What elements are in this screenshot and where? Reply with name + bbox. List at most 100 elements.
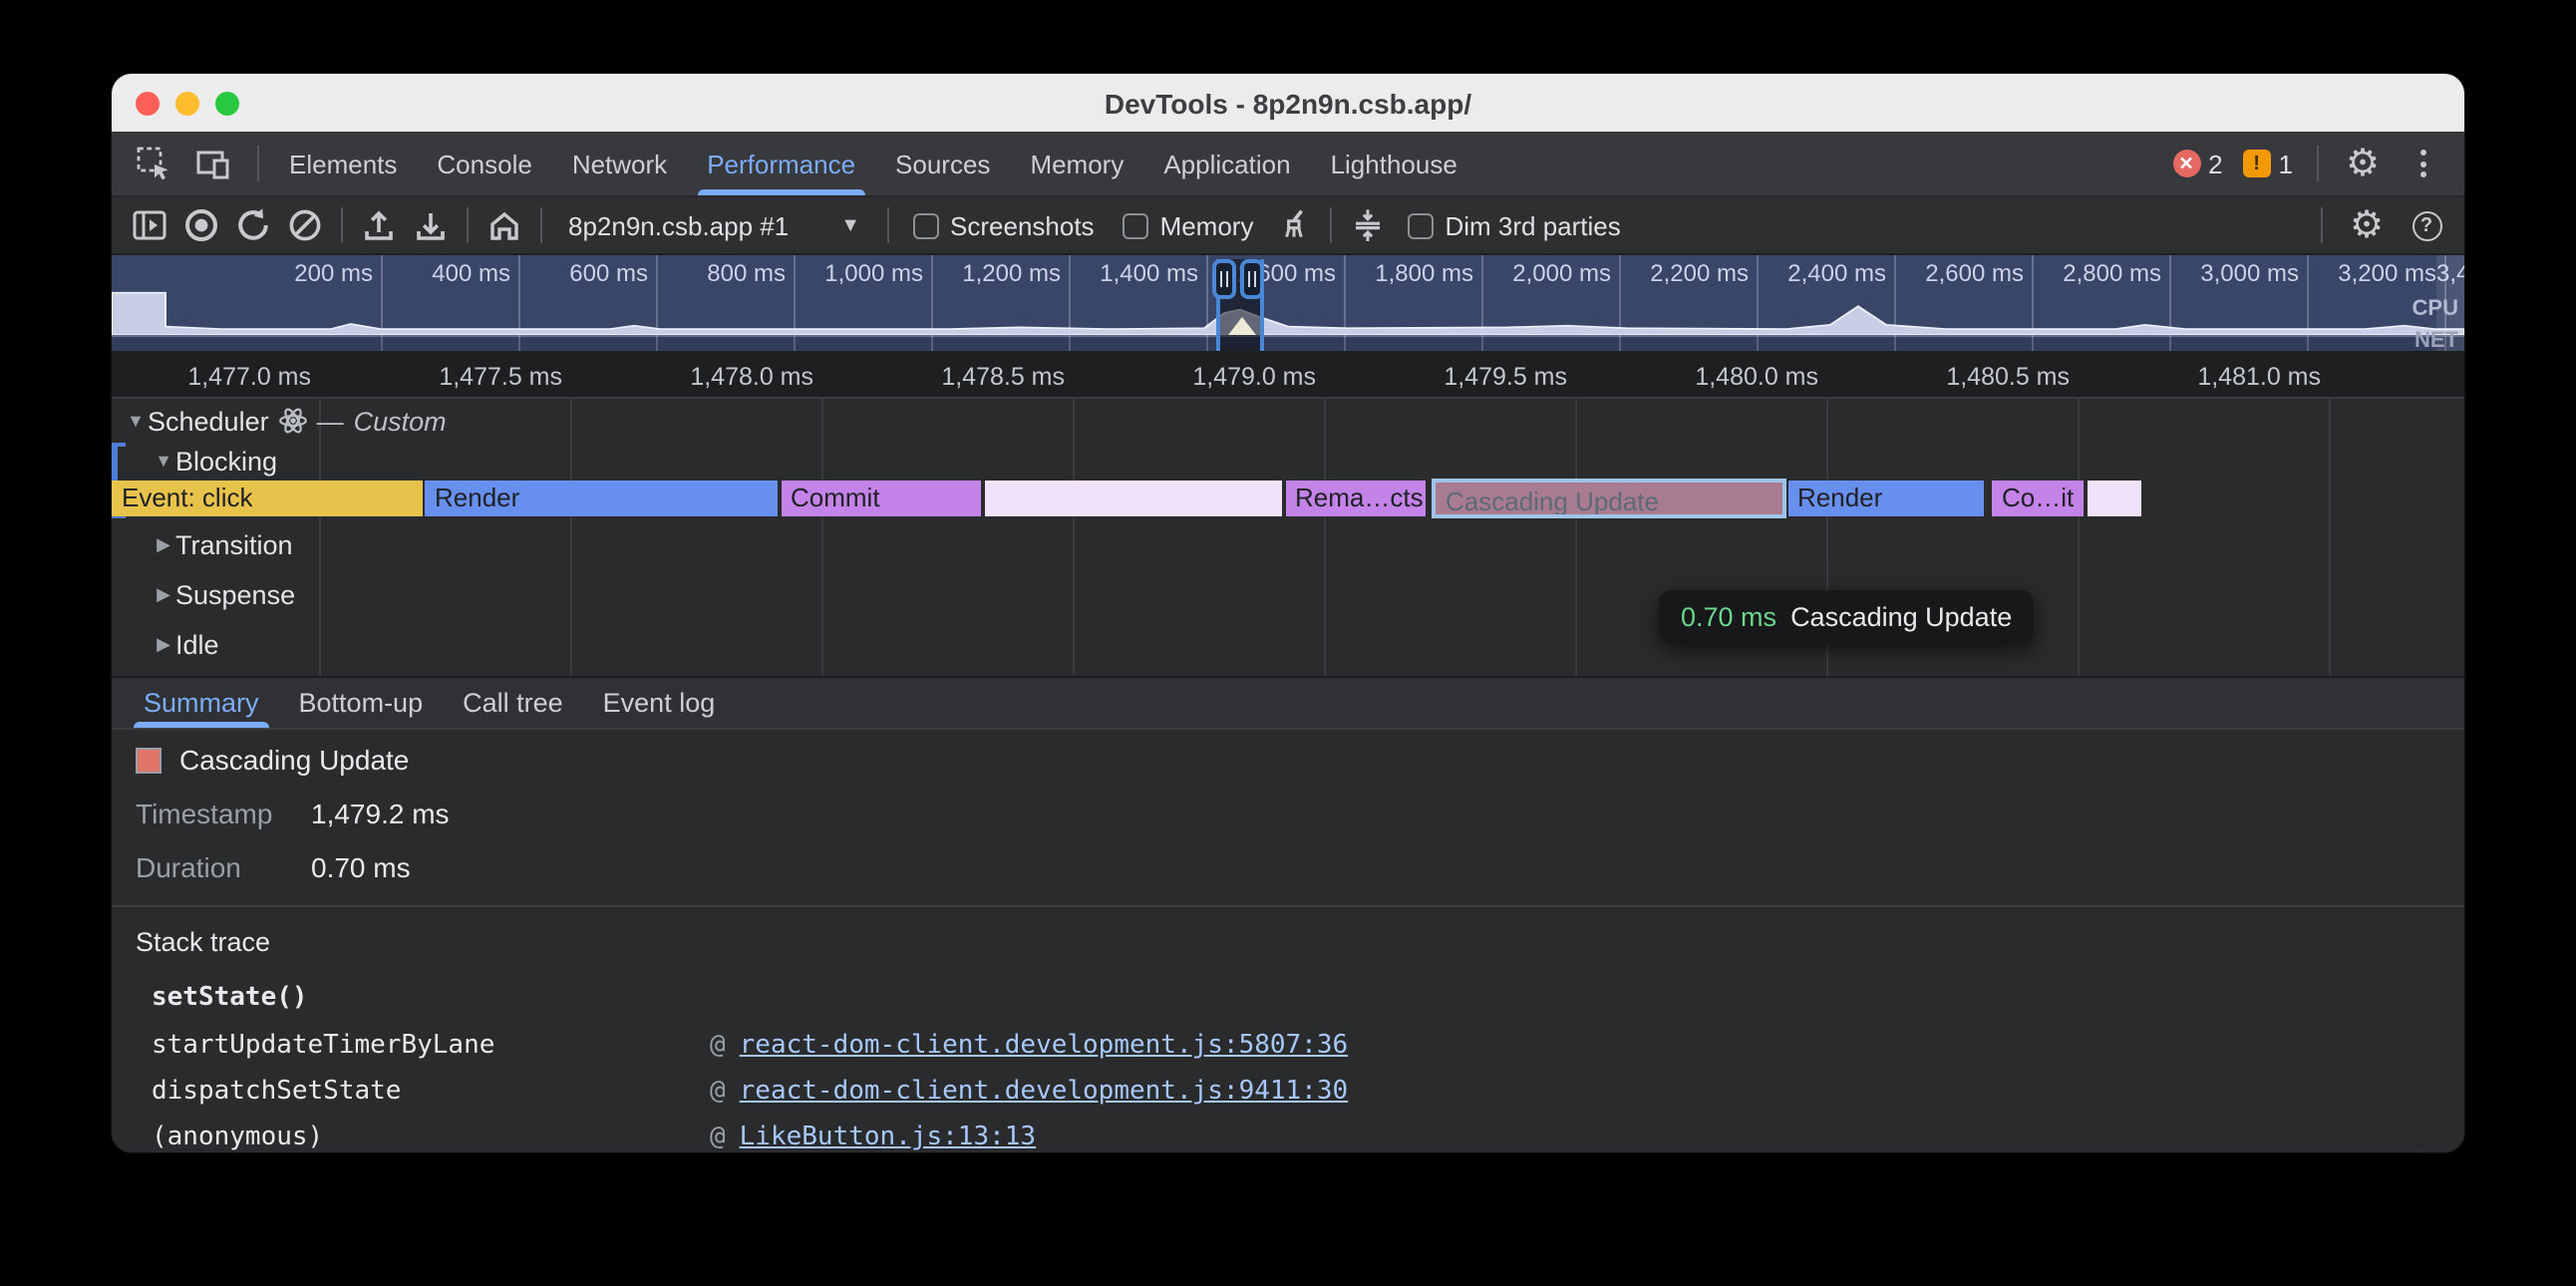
ruler-label: 1,477.0 ms: [132, 363, 311, 391]
ruler-label: 1,477.5 ms: [383, 363, 562, 391]
stack-frame-startupdatetimerbylane: startUpdateTimerByLane@react-dom-client.…: [152, 1031, 1348, 1061]
divider: [2321, 207, 2323, 243]
gridline: [1575, 399, 1577, 676]
summary-row-duration: Duration0.70 ms: [136, 851, 411, 883]
capture-settings-gear-icon[interactable]: ⚙: [2341, 199, 2393, 251]
chevron-expanded-icon[interactable]: ▼: [124, 411, 148, 431]
tab-console[interactable]: Console: [417, 132, 551, 195]
lane-blocking[interactable]: ▼ Blocking: [112, 443, 277, 479]
tab-performance[interactable]: Performance: [687, 132, 875, 195]
scheduler-suffix: Custom: [354, 406, 447, 436]
tab-bottom-up[interactable]: Bottom-up: [279, 678, 444, 728]
toggle-sidebar-icon[interactable]: [124, 199, 175, 251]
stack-trace-heading: Stack trace: [136, 927, 270, 957]
dim-3rd-parties-checkbox[interactable]: [1407, 212, 1433, 238]
target-select-value: 8p2n9n.csb.app #1: [568, 210, 789, 240]
gridline: [2329, 399, 2331, 676]
gridline: [821, 399, 823, 676]
tab-event-log[interactable]: Event log: [583, 678, 736, 728]
garbage-collect-brush-icon[interactable]: [1267, 199, 1319, 251]
tabbar-right: ✕ 2 ! 1 ⚙: [2166, 132, 2464, 195]
event-bar-rema-cts[interactable]: Rema…cts: [1285, 481, 1426, 516]
tabbar-left-icons: [112, 132, 269, 195]
device-toolbar-icon[interactable]: [187, 138, 239, 189]
record-icon[interactable]: [175, 199, 227, 251]
clear-icon[interactable]: [279, 199, 331, 251]
zoom-window-button[interactable]: [215, 91, 239, 115]
event-tooltip: 0.70 ms Cascading Update: [1659, 590, 2034, 644]
frame-at-symbol: @: [710, 1031, 726, 1061]
frame-function: (anonymous): [152, 1123, 710, 1152]
event-bar-commit[interactable]: Commit: [781, 481, 981, 516]
event-bar-unlabeled[interactable]: [984, 481, 1282, 516]
chevron-collapsed-icon[interactable]: ▶: [152, 583, 175, 605]
inspect-element-icon[interactable]: [128, 138, 179, 189]
event-bar-co-it[interactable]: Co…it: [1992, 481, 2084, 516]
tooltip-duration: 0.70 ms: [1681, 602, 1776, 632]
tab-lighthouse[interactable]: Lighthouse: [1311, 132, 1477, 195]
help-icon[interactable]: ?: [2401, 199, 2452, 251]
network-strip: [112, 335, 2464, 351]
event-bar-unlabeled[interactable]: [2087, 481, 2140, 516]
collapse-tracks-icon[interactable]: [1341, 199, 1393, 251]
divider: [540, 207, 542, 243]
timeline-overview[interactable]: 200 ms400 ms600 ms800 ms1,000 ms1,200 ms…: [112, 255, 2464, 351]
target-select[interactable]: 8p2n9n.csb.app #1 ▼: [552, 210, 876, 240]
selection-right-handle[interactable]: [1240, 259, 1264, 299]
ruler-label: 1,479.0 ms: [1136, 363, 1316, 391]
track-scheduler[interactable]: ▼ Scheduler — Custom: [112, 403, 447, 439]
tab-sources[interactable]: Sources: [875, 132, 1010, 195]
lane-label: Transition: [175, 529, 293, 559]
dim-3rd-parties-checkbox-item: Dim 3rd parties: [1393, 210, 1634, 240]
upload-profile-icon[interactable]: [353, 199, 405, 251]
tab-network[interactable]: Network: [552, 132, 687, 195]
tab-elements[interactable]: Elements: [269, 132, 417, 195]
toolbar-right: ⚙ ?: [2311, 199, 2452, 251]
lane-idle[interactable]: ▶Idle: [112, 624, 219, 664]
perf-toolbar: 8p2n9n.csb.app #1 ▼ Screenshots Memory: [112, 197, 2464, 255]
devtools-window: DevTools - 8p2n9n.csb.app/: [112, 74, 2464, 1152]
overview-tick-label: 200 ms: [241, 259, 373, 287]
screenshots-checkbox[interactable]: [912, 212, 938, 238]
issue-count: 1: [2279, 149, 2293, 178]
net-label: NET: [2415, 329, 2458, 351]
close-window-button[interactable]: [136, 91, 160, 115]
home-icon[interactable]: [479, 199, 530, 251]
chevron-expanded-icon[interactable]: ▼: [152, 451, 175, 471]
tab-application[interactable]: Application: [1143, 132, 1310, 195]
frame-source-link[interactable]: react-dom-client.development.js:9411:30: [740, 1077, 1349, 1107]
divider: [257, 146, 259, 181]
minimize-window-button[interactable]: [175, 91, 199, 115]
tab-summary[interactable]: Summary: [124, 678, 279, 728]
frame-source-link[interactable]: react-dom-client.development.js:5807:36: [740, 1031, 1349, 1061]
chevron-collapsed-icon[interactable]: ▶: [152, 633, 175, 655]
memory-checkbox[interactable]: [1123, 212, 1148, 238]
page: DevTools - 8p2n9n.csb.app/: [0, 0, 2576, 1286]
event-bar-render[interactable]: Render: [425, 481, 778, 516]
reload-record-icon[interactable]: [227, 199, 279, 251]
overview-tick-label: 3,000 ms: [2167, 259, 2299, 287]
ruler-label: 1,480.0 ms: [1639, 363, 1818, 391]
event-bar-event-click[interactable]: Event: click: [112, 481, 423, 516]
window-title: DevTools - 8p2n9n.csb.app/: [1105, 87, 1471, 119]
tab-memory[interactable]: Memory: [1010, 132, 1143, 195]
frame-source-link[interactable]: LikeButton.js:13:13: [740, 1123, 1036, 1152]
kebab-menu-icon[interactable]: [2397, 138, 2448, 189]
tab-call-tree[interactable]: Call tree: [443, 678, 583, 728]
ruler-label: 1,480.5 ms: [1890, 363, 2070, 391]
event-bar-cascading-update[interactable]: Cascading Update: [1432, 479, 1786, 518]
selection-left-handle[interactable]: [1212, 259, 1236, 299]
console-errors-badge[interactable]: ✕ 2: [2166, 149, 2228, 178]
summary-event-title-row: Cascading Update: [136, 744, 409, 776]
lane-suspense[interactable]: ▶Suspense: [112, 574, 295, 614]
settings-gear-icon[interactable]: ⚙: [2337, 138, 2389, 189]
frame-at-symbol: @: [710, 1123, 726, 1152]
main-tabbar: ElementsConsoleNetworkPerformanceSources…: [112, 132, 2464, 197]
event-bar-render[interactable]: Render: [1787, 481, 1983, 516]
lane-transition[interactable]: ▶Transition: [112, 524, 293, 564]
issues-badge[interactable]: ! 1: [2237, 149, 2299, 178]
cpu-activity-chart: [112, 291, 2464, 335]
summary-row-timestamp: Timestamp1,479.2 ms: [136, 798, 450, 829]
download-profile-icon[interactable]: [405, 199, 457, 251]
chevron-collapsed-icon[interactable]: ▶: [152, 533, 175, 555]
